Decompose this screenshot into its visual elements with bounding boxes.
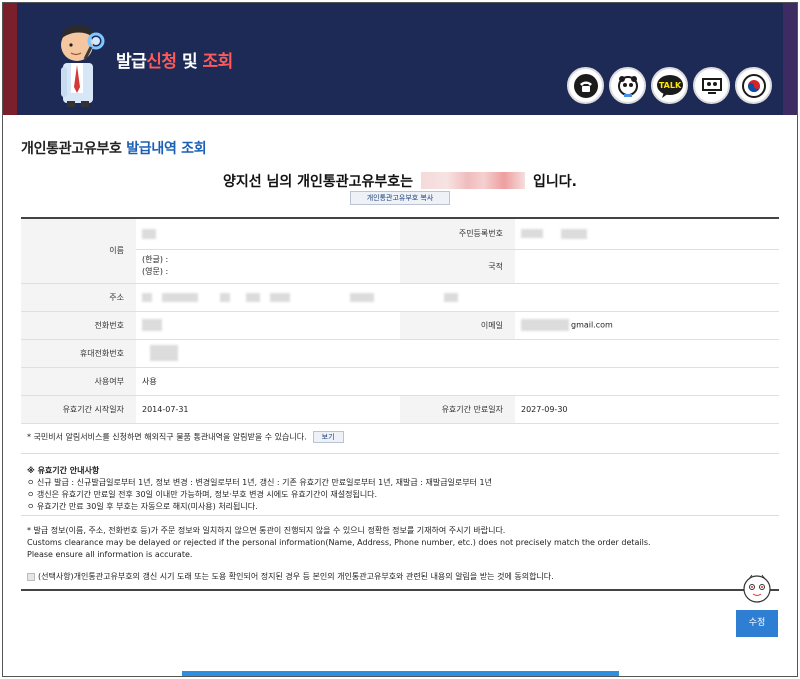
banner-right-stripe [783,3,797,115]
phone-label: 전화번호 [21,311,136,340]
warning-english-2: Please ensure all information is accurat… [27,550,193,559]
monitor-icon[interactable] [693,67,730,104]
name-korean-label: (한글) : [142,255,169,264]
notice-line: ㅇ 신규 발급 : 신규발급일로부터 1년, 정보 변경 : 변경일로부터 1년… [27,478,492,487]
mascot-sticker-icon [743,574,771,603]
edit-button[interactable]: 수정 [736,610,778,637]
redacted-name [142,228,156,239]
valid-start-label: 유효기간 시작일자 [21,395,136,424]
result-headline: 양지선 님의 개인통관고유부호는 입니다. [222,172,578,190]
page-frame: 발급신청 및 조회 TALK 개인통관고유부호 발급내역 조회 양지선 님의 개… [2,2,798,677]
redacted-address-3 [220,292,230,302]
consent-checkbox[interactable] [27,572,35,581]
quick-icon-bar: TALK [567,67,772,104]
warning-english-1: Customs clearance may be delayed or reje… [27,538,651,547]
notice-heading: ※ 유효기간 안내사항 [27,466,100,475]
view-button[interactable]: 보기 [312,431,344,443]
address-label: 주소 [21,283,136,312]
usage-label: 사용여부 [21,367,136,396]
banner-left-stripe [3,3,17,115]
redacted-phone [142,319,162,331]
redacted-rrn-front [521,229,543,239]
copy-code-button[interactable]: 개인통관고유부호 복사 [350,191,450,205]
banner-title: 발급신청 및 조회 [116,52,233,72]
mobile-label: 휴대전화번호 [21,339,136,368]
divider [21,453,779,454]
redacted-address-6 [350,292,374,302]
kakao-talk-icon[interactable]: TALK [651,67,688,104]
rrn-value [515,217,779,250]
rrn-label: 주민등록번호 [400,217,515,250]
nationality-label: 국적 [400,249,515,284]
nationality-value [515,249,779,284]
consent-text: (선택사항)개인통관고유부호의 갱신 시기 도래 또는 도용 확인되어 정지된 … [38,572,554,581]
name-label: 이름 [21,217,136,284]
phone-icon[interactable] [567,67,604,104]
redacted-address-4 [246,292,260,302]
valid-start-value: 2014-07-31 [136,395,400,424]
mobile-value [136,339,779,368]
svg-text:TALK: TALK [658,81,681,90]
header-banner: 발급신청 및 조회 TALK [3,3,797,115]
main-content: 개인통관고유부호 발급내역 조회 양지선 님의 개인통관고유부호는 입니다. 개인… [3,115,797,676]
redacted-mobile [150,345,178,361]
name-english-label: (영문) : [142,267,169,276]
redacted-address-1 [142,292,152,302]
phone-value [136,311,400,340]
redacted-rrn-back [561,228,587,239]
alert-service-text: * 국민비서 알림서비스를 신청하면 해외직구 물품 통관내역을 알림받을 수 … [27,432,307,442]
mascot-illustration [61,25,105,107]
name-value [136,217,400,250]
consent-row: (선택사항)개인통관고유부호의 갱신 시기 도래 또는 도용 확인되어 정지된 … [27,571,554,582]
valid-end-label: 유효기간 만료일자 [400,395,515,424]
info-table: 이름 주민등록번호 (한글) : (영문) : 국적 주소 전화번호 이메일 g… [21,217,779,424]
valid-end-value: 2027-09-30 [515,395,779,424]
redacted-customs-code [421,172,526,189]
redacted-address-5 [270,292,290,302]
email-label: 이메일 [400,311,515,340]
bottom-scroll-bar [182,671,619,676]
email-value: gmail.com [515,311,779,340]
government-emblem-icon[interactable] [735,67,772,104]
accuracy-warning: * 발급 정보(이름, 주소, 전화번호 등)가 주문 정보와 일치하지 않으면… [27,525,651,561]
name-detail: (한글) : (영문) : [136,249,400,284]
redacted-address-7 [444,292,458,302]
notice-line: ㅇ 갱신은 유효기간 만료일 전후 30일 이내만 가능하며, 정보·부호 변경… [27,490,378,499]
warning-korean: * 발급 정보(이름, 주소, 전화번호 등)가 주문 정보와 일치하지 않으면… [27,526,506,535]
divider [21,515,779,516]
redacted-email-user [521,319,569,331]
page-title: 개인통관고유부호 발급내역 조회 [21,141,207,157]
validity-notice: ※ 유효기간 안내사항 ㅇ 신규 발급 : 신규발급일로부터 1년, 정보 변경… [27,465,492,513]
alert-service-note: * 국민비서 알림서비스를 신청하면 해외직구 물품 통관내역을 알림받을 수 … [27,431,344,443]
redacted-address-2 [162,292,198,302]
address-value [136,283,779,312]
chatbot-icon[interactable] [609,67,646,104]
email-domain: gmail.com [571,320,613,330]
notice-line: ㅇ 유효기간 만료 30일 후 부호는 자동으로 해지(미사용) 처리됩니다. [27,502,258,511]
usage-value: 사용 [136,367,779,396]
bottom-divider [21,589,779,591]
